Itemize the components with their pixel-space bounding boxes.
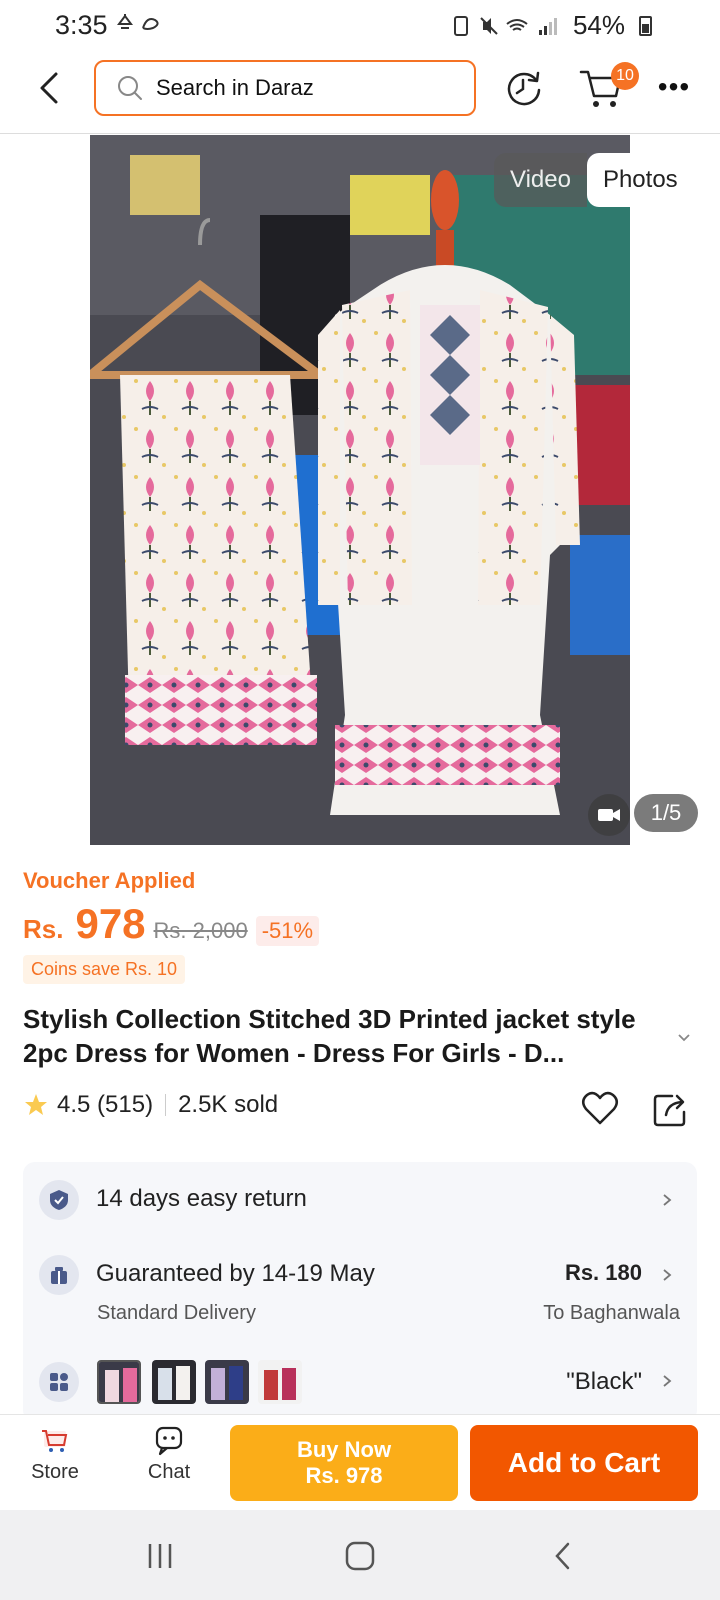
recent-apps-icon[interactable] [144,1540,176,1572]
buy-now-label: Buy Now [296,1437,392,1462]
discount-badge: -51% [255,916,320,946]
variant-thumb-image [205,1360,249,1404]
shield-check-icon [50,1190,68,1210]
search-placeholder: Search in Daraz [156,75,314,100]
return-chevron-icon[interactable] [660,1193,674,1207]
original-price: Rs. 2,000 [153,918,248,943]
bottom-action-bar: Store Chat Buy Now Rs. 978 Add to Cart [0,1414,720,1510]
search-icon [118,76,142,100]
notification-icons [117,12,177,42]
status-bar: 3:35 54% [0,0,720,50]
video-camera-icon [598,809,620,821]
image-counter: 1/5 [634,794,698,832]
grid-icon [50,1373,68,1391]
variant-thumb[interactable] [258,1360,302,1404]
delivery-destination: To Baghanwala [543,1302,680,1324]
search-input[interactable]: Search in Daraz [94,60,476,116]
delivery-type: Standard Delivery [97,1302,256,1324]
battery-icon [639,15,652,36]
variant-thumb[interactable] [205,1360,249,1404]
status-icons [453,15,557,36]
top-bar: Search in Daraz 10 ••• [0,50,720,134]
variant-thumb-image [152,1360,196,1404]
chat-label: Chat [147,1461,191,1483]
price-currency: Rs. [23,914,64,944]
share-icon[interactable] [652,1090,690,1128]
star-icon [25,1094,47,1115]
history-icon[interactable] [504,68,544,108]
variant-thumb-image [258,1360,302,1404]
buy-now-price: Rs. 978 [305,1463,383,1488]
store-logo-icon [42,1430,68,1452]
store-label: Store [31,1461,79,1483]
sold-count: 2.5K sold [178,1091,279,1118]
home-icon[interactable] [344,1540,376,1572]
buy-now-button[interactable]: Buy Now Rs. 978 [230,1425,458,1501]
variant-thumb[interactable] [152,1360,196,1404]
cart-count-badge: 10 [611,62,639,90]
rating-divider [165,1094,167,1116]
voucher-label: Voucher Applied [23,868,196,893]
variants-icon [39,1362,79,1402]
shield-icon [39,1180,79,1220]
delivery-title[interactable]: Guaranteed by 14-19 May [96,1260,375,1288]
product-image[interactable] [90,135,630,845]
product-photo [90,135,630,845]
add-to-cart-button[interactable]: Add to Cart [470,1425,698,1501]
delivery-chevron-icon[interactable] [660,1268,674,1282]
price-row: Rs. 978 Rs. 2,000 -51% [23,900,320,948]
tab-video[interactable]: Video [494,153,587,207]
tab-photos[interactable]: Photos [586,153,694,207]
chat-icon [155,1426,183,1456]
status-time: 3:35 [55,10,108,40]
video-icon[interactable] [588,794,630,836]
system-back-icon[interactable] [548,1540,580,1572]
store-button[interactable]: Store [10,1423,100,1484]
variant-thumb[interactable] [97,1360,141,1404]
selected-variant[interactable]: "Black" [566,1368,642,1396]
coins-badge: Coins save Rs. 10 [23,955,186,984]
rating-row[interactable]: 4.5 (515) 2.5K sold [23,1091,278,1119]
battery-text: 54% [572,10,625,40]
wishlist-heart-icon[interactable] [580,1088,620,1128]
return-policy-text[interactable]: 14 days easy return [96,1185,307,1213]
notification-icon [117,14,159,30]
status-right: 54% [453,10,652,41]
more-options-icon[interactable]: ••• [656,73,692,104]
variant-thumb-image [99,1362,139,1402]
back-icon[interactable] [30,68,70,108]
system-navigation-bar [0,1510,720,1600]
variant-chevron-icon[interactable] [660,1374,674,1388]
delivery-icon [39,1255,79,1295]
delivery-fee: Rs. 180 [564,1260,642,1285]
chat-button[interactable]: Chat [124,1423,214,1484]
media-toggle: Video Photos [494,153,694,207]
gift-box-icon [51,1267,67,1284]
rating-text: 4.5 (515) [57,1091,154,1118]
expand-chevron-icon[interactable] [676,1030,692,1046]
price-value: 978 [75,900,146,947]
product-title[interactable]: Stylish Collection Stitched 3D Printed j… [23,1002,663,1070]
